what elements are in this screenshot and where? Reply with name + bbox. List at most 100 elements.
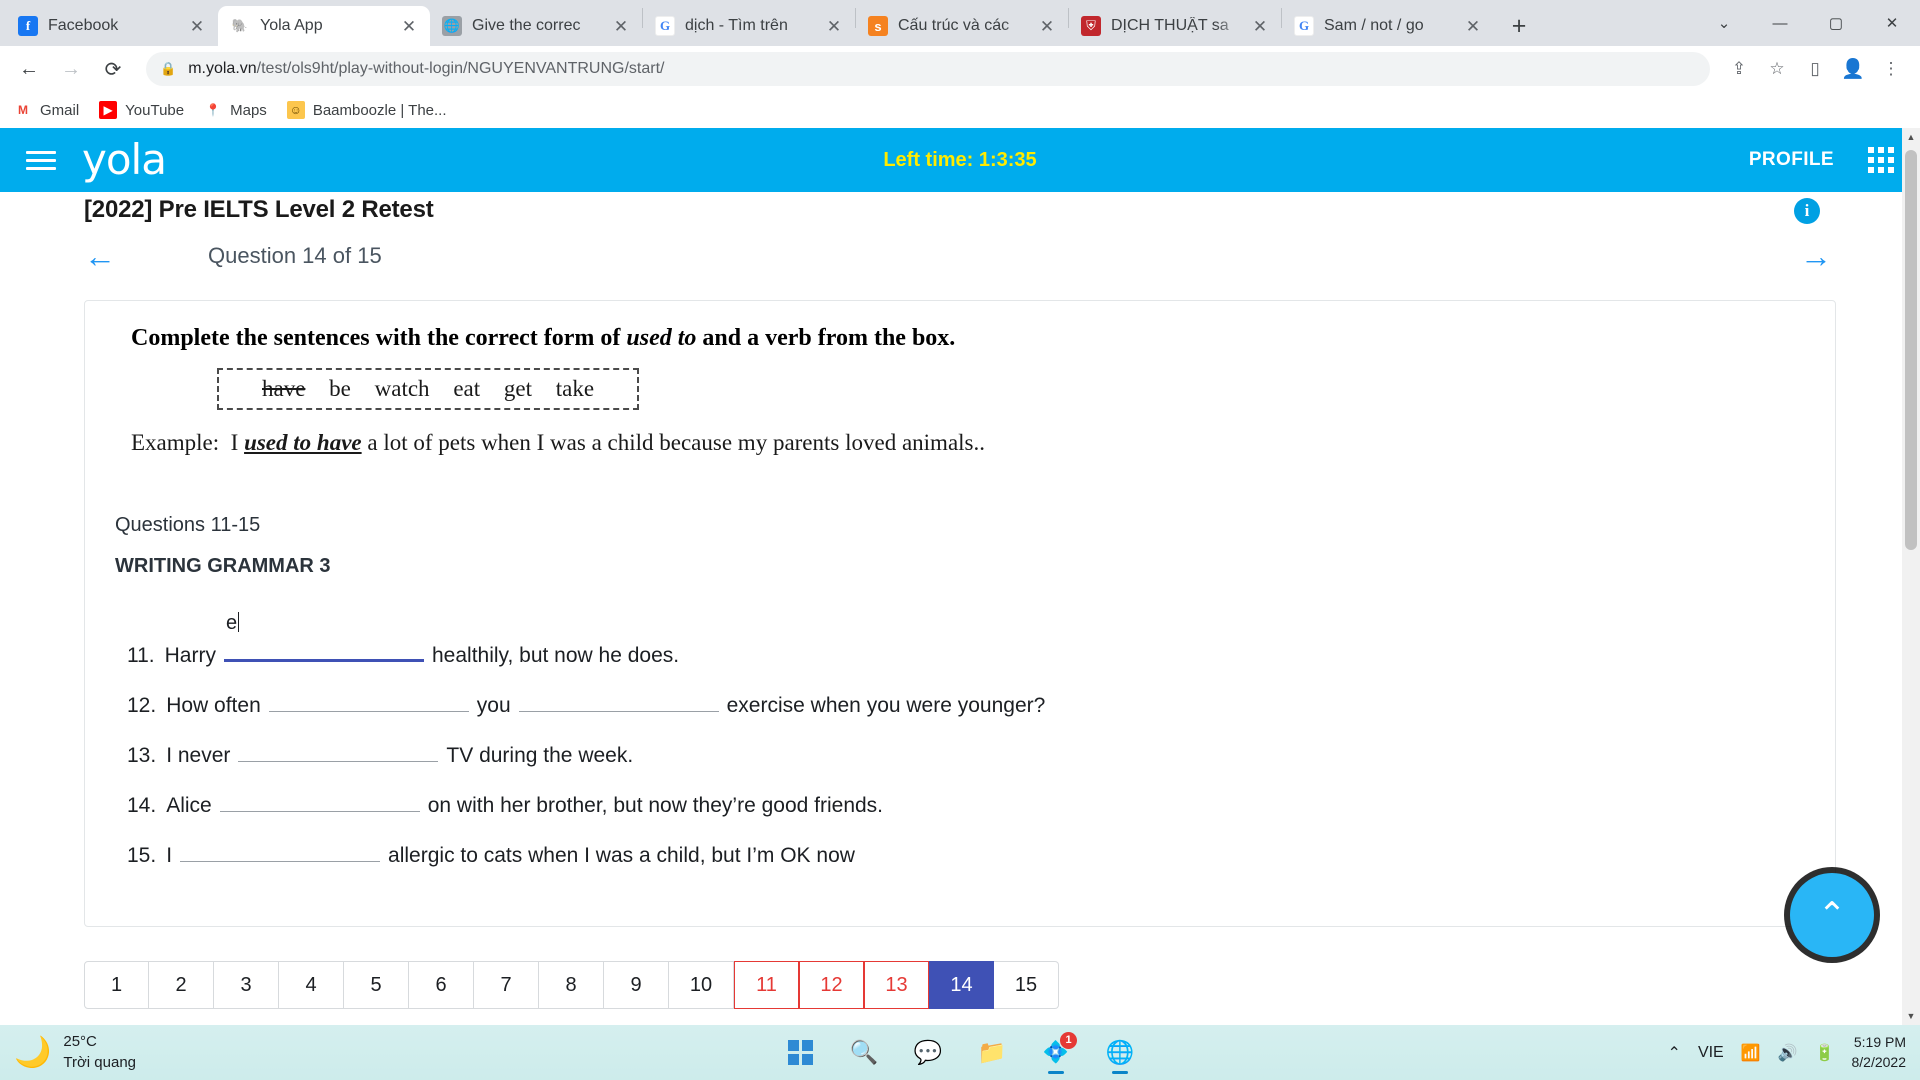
- start-button[interactable]: [777, 1030, 823, 1076]
- pager-item[interactable]: 11: [734, 961, 799, 1009]
- close-icon[interactable]: ✕: [186, 15, 208, 37]
- browser-tab[interactable]: 🌐 Give the correc ✕: [430, 6, 642, 46]
- chrome-menu-icon[interactable]: ⋮: [1874, 52, 1908, 86]
- bookmark-youtube[interactable]: ▶ YouTube: [99, 101, 184, 119]
- tab-title: Facebook: [48, 17, 119, 34]
- window-controls: ⌄ — ▢ ✕: [1696, 0, 1920, 46]
- pager-item[interactable]: 9: [604, 961, 669, 1009]
- pager-item[interactable]: 1: [84, 961, 149, 1009]
- next-question-button[interactable]: →: [1800, 240, 1840, 272]
- file-explorer-button[interactable]: 📁: [969, 1030, 1015, 1076]
- new-tab-button[interactable]: +: [1502, 9, 1536, 43]
- language-indicator[interactable]: VIE: [1698, 1044, 1724, 1062]
- answer-input-12b[interactable]: [518, 686, 719, 712]
- example-label: Example:: [131, 430, 220, 455]
- example-answer: used to have: [244, 430, 362, 455]
- close-icon[interactable]: ✕: [1462, 15, 1484, 37]
- studocu-icon: s: [868, 16, 888, 36]
- tab-title: DỊCH THUẬT sa: [1111, 17, 1229, 34]
- question-text-post: allergic to cats when I was a child, but…: [388, 844, 855, 867]
- search-icon: 🔍: [849, 1039, 879, 1065]
- grid-apps-icon[interactable]: [1868, 147, 1894, 173]
- close-icon[interactable]: ✕: [398, 15, 420, 37]
- page-title: [2022] Pre IELTS Level 2 Retest: [84, 196, 434, 223]
- forward-button[interactable]: →: [54, 52, 88, 86]
- share-icon[interactable]: ⇪: [1722, 52, 1756, 86]
- close-icon[interactable]: ✕: [1036, 15, 1058, 37]
- prev-question-button[interactable]: ←: [84, 240, 124, 272]
- reload-button[interactable]: ⟳: [96, 52, 130, 86]
- close-icon[interactable]: ✕: [823, 15, 845, 37]
- page-scrollbar[interactable]: ▲ ▼: [1902, 128, 1920, 1025]
- profile-avatar-icon[interactable]: 👤: [1836, 52, 1870, 86]
- hamburger-icon[interactable]: [26, 150, 56, 170]
- yola-logo[interactable]: yola: [82, 139, 167, 181]
- question-text-post: exercise when you were younger?: [726, 694, 1046, 717]
- scroll-to-top-button[interactable]: ⌃: [1790, 873, 1874, 957]
- pager-item[interactable]: 7: [474, 961, 539, 1009]
- answer-input-11[interactable]: e: [223, 612, 424, 662]
- windows-taskbar: 🌙 25°C Trời quang 🔍 💬 📁 💠 1 🌐 ⌃ VIE 📶 🔊 …: [0, 1025, 1920, 1080]
- back-button[interactable]: ←: [12, 52, 46, 86]
- side-panel-icon[interactable]: ▯: [1798, 52, 1832, 86]
- bookmark-star-icon[interactable]: ☆: [1760, 52, 1794, 86]
- teams-button[interactable]: 💬: [905, 1030, 951, 1076]
- pager-item[interactable]: 4: [279, 961, 344, 1009]
- folder-icon: 📁: [977, 1039, 1007, 1065]
- weather-widget[interactable]: 🌙 25°C Trời quang: [14, 1032, 136, 1073]
- bookmark-label: Maps: [230, 101, 267, 119]
- scroll-down-arrow-icon[interactable]: ▼: [1902, 1007, 1920, 1025]
- answer-input-12a[interactable]: [268, 686, 469, 712]
- pager-item[interactable]: 3: [214, 961, 279, 1009]
- browser-tab[interactable]: G Sam / not / go ✕: [1282, 6, 1494, 46]
- browser-tab[interactable]: ⛨ DỊCH THUẬT sa ✕: [1069, 6, 1281, 46]
- profile-button[interactable]: PROFILE: [1749, 149, 1834, 171]
- scroll-up-arrow-icon[interactable]: ▲: [1902, 128, 1920, 146]
- taskbar-clock[interactable]: 5:19 PM 8/2/2022: [1852, 1033, 1907, 1072]
- pager-item[interactable]: 12: [799, 961, 864, 1009]
- pager-item[interactable]: 6: [409, 961, 474, 1009]
- pager-item[interactable]: 8: [539, 961, 604, 1009]
- bookmark-label: YouTube: [125, 101, 185, 119]
- pager-item-active[interactable]: 14: [929, 961, 994, 1009]
- close-icon[interactable]: ✕: [1249, 15, 1271, 37]
- pager-item[interactable]: 5: [344, 961, 409, 1009]
- answer-input-14[interactable]: [219, 786, 420, 812]
- weather-text: 25°C Trời quang: [63, 1032, 136, 1073]
- bookmark-baamboozle[interactable]: ☺ Baamboozle | The...: [286, 101, 447, 119]
- info-icon[interactable]: i: [1794, 198, 1820, 224]
- pager-item[interactable]: 10: [669, 961, 734, 1009]
- browser-tab-active[interactable]: 🐘 Yola App ✕: [218, 6, 430, 46]
- answer-input-15[interactable]: [180, 836, 381, 862]
- volume-icon[interactable]: 🔊: [1778, 1043, 1798, 1063]
- browser-tab[interactable]: G dịch - Tìm trên ✕: [643, 6, 855, 46]
- question-navigation: ← Question 14 of 15 →: [0, 224, 1920, 282]
- scrollbar-thumb[interactable]: [1905, 150, 1917, 550]
- chrome-button[interactable]: 🌐: [1097, 1030, 1143, 1076]
- wifi-icon[interactable]: 📶: [1741, 1043, 1761, 1063]
- close-icon[interactable]: ✕: [610, 15, 632, 37]
- word-bank-item: take: [555, 376, 595, 401]
- pager-item[interactable]: 15: [994, 961, 1059, 1009]
- maximize-button[interactable]: ▢: [1808, 3, 1864, 43]
- search-button[interactable]: 🔍: [841, 1030, 887, 1076]
- bookmark-gmail[interactable]: M Gmail: [14, 101, 79, 119]
- address-bar[interactable]: 🔒 m.yola.vn/test/ols9ht/play-without-log…: [146, 52, 1710, 86]
- zalo-button[interactable]: 💠 1: [1033, 1030, 1079, 1076]
- minimize-button[interactable]: —: [1752, 3, 1808, 43]
- question-counter: Question 14 of 15: [208, 243, 382, 268]
- question-text-pre: Harry: [164, 644, 216, 667]
- pager-item[interactable]: 2: [149, 961, 214, 1009]
- question-text-pre: I: [166, 844, 173, 867]
- question-list: 11. Harry e healthily, but now he does. …: [113, 612, 1807, 868]
- question-text-pre: Alice: [166, 794, 212, 817]
- pager-item[interactable]: 13: [864, 961, 929, 1009]
- tab-search-icon[interactable]: ⌄: [1696, 3, 1752, 43]
- battery-icon[interactable]: 🔋: [1815, 1043, 1835, 1063]
- browser-tab[interactable]: f Facebook ✕: [6, 6, 218, 46]
- answer-input-13[interactable]: [238, 736, 439, 762]
- close-window-button[interactable]: ✕: [1864, 3, 1920, 43]
- tray-expand-icon[interactable]: ⌃: [1668, 1043, 1681, 1063]
- bookmark-maps[interactable]: 📍 Maps: [204, 101, 267, 119]
- browser-tab[interactable]: s Cấu trúc và các ✕: [856, 6, 1068, 46]
